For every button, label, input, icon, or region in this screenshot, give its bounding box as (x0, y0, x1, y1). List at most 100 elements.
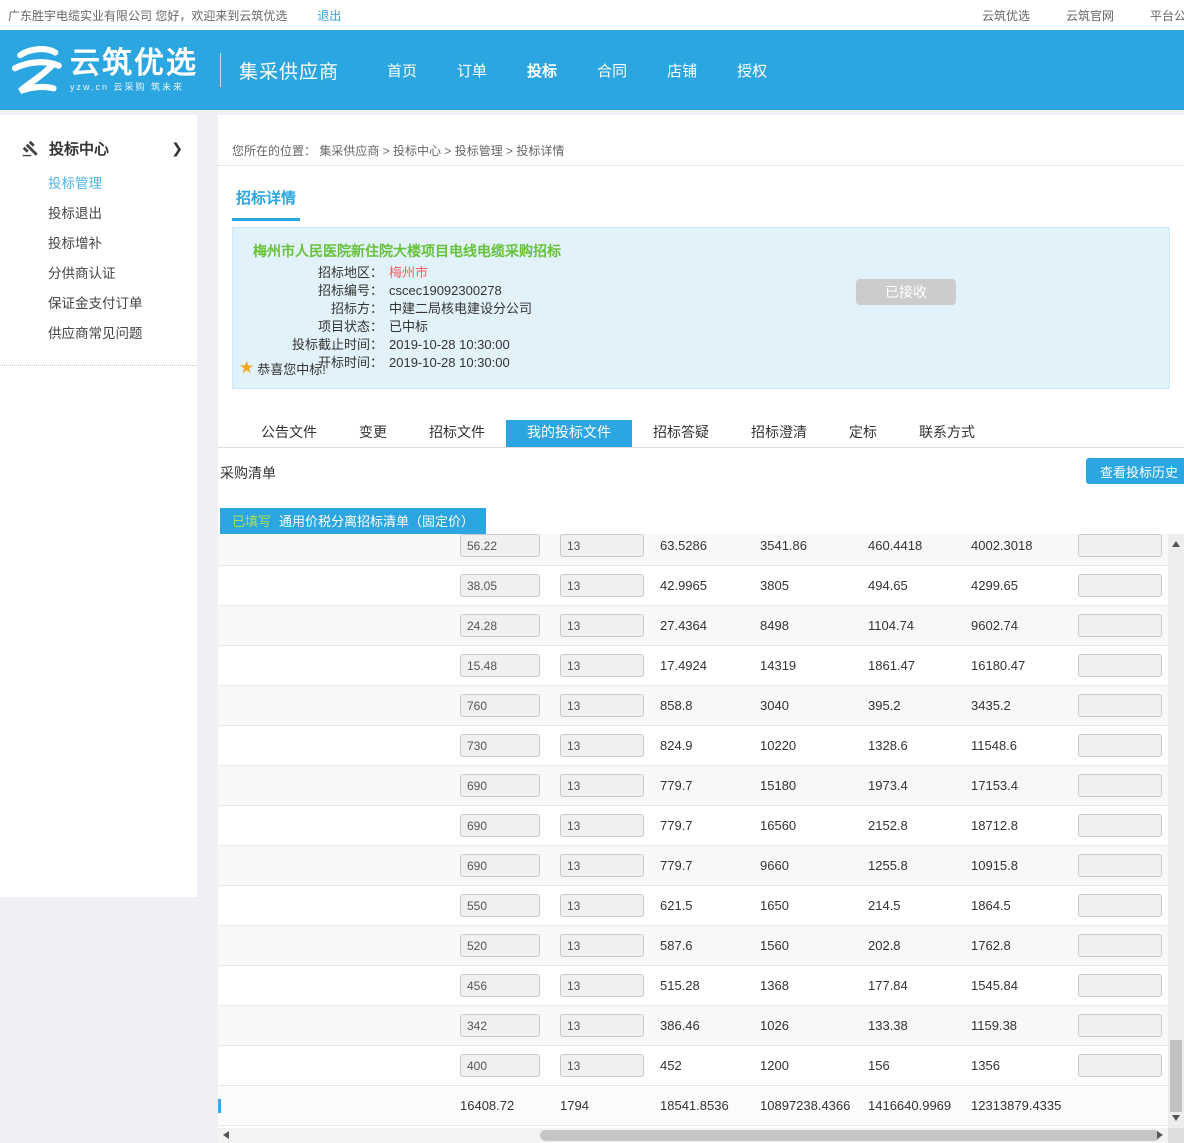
total-cell: 17153.4 (971, 778, 1078, 793)
unit-price-input[interactable] (460, 774, 540, 797)
extra-input[interactable] (1078, 654, 1162, 677)
tab-bid-clarification[interactable]: 招标澄清 (730, 420, 828, 447)
project-title[interactable]: 梅州市人民医院新住院大楼项目电线电缆采购招标 (253, 241, 561, 261)
unit-price-input[interactable] (460, 534, 540, 557)
extra-input[interactable] (1078, 574, 1162, 597)
sidebar-item-deposit-orders[interactable]: 保证金支付订单 (0, 289, 197, 319)
tab-contact[interactable]: 联系方式 (898, 420, 996, 447)
unit-price-input[interactable] (460, 814, 540, 837)
extra-cell (1078, 854, 1168, 877)
tab-my-bid-files[interactable]: 我的投标文件 (506, 420, 632, 447)
tab-changes[interactable]: 变更 (338, 420, 408, 447)
extra-input[interactable] (1078, 814, 1162, 837)
extra-input[interactable] (1078, 974, 1162, 997)
nav-authorization[interactable]: 授权 (737, 60, 767, 81)
scroll-right-arrow-icon[interactable] (1157, 1131, 1163, 1139)
tab-bid-detail[interactable]: 招标详情 (232, 187, 300, 221)
sidebar-item-bid-supplement[interactable]: 投标增补 (0, 229, 197, 259)
extra-input[interactable] (1078, 734, 1162, 757)
tax-rate-input[interactable] (560, 614, 644, 637)
tax-rate-input[interactable] (560, 654, 644, 677)
tax-rate-input[interactable] (560, 534, 644, 557)
unit-price-input[interactable] (460, 854, 540, 877)
logout-link[interactable]: 退出 (317, 7, 341, 24)
tab-announcement-files[interactable]: 公告文件 (240, 420, 338, 447)
tax-rate-input[interactable] (560, 854, 644, 877)
unit-price-input[interactable] (460, 574, 540, 597)
nav-orders[interactable]: 订单 (457, 60, 487, 81)
tax-rate-input[interactable] (560, 934, 644, 957)
unit-price-input[interactable] (460, 694, 540, 717)
extra-input[interactable] (1078, 774, 1162, 797)
tax-rate-input[interactable] (560, 894, 644, 917)
nav-contracts[interactable]: 合同 (597, 60, 627, 81)
tab-award[interactable]: 定标 (828, 420, 898, 447)
rate-cell (560, 694, 660, 717)
unit-price-input[interactable] (460, 1054, 540, 1077)
total-tax: 1416640.9969 (868, 1098, 971, 1113)
nav-home[interactable]: 首页 (387, 60, 417, 81)
unit-price-input[interactable] (460, 934, 540, 957)
horizontal-scrollbar[interactable] (218, 1128, 1168, 1143)
yzw-logo[interactable]: 云筑优选 yzw.cn 云采购 筑未来 (8, 42, 198, 98)
extra-input[interactable] (1078, 854, 1162, 877)
nav-shop[interactable]: 店铺 (667, 60, 697, 81)
accepted-button[interactable]: 已接收 (856, 279, 956, 305)
chevron-right-icon[interactable]: ❯ (171, 140, 183, 157)
sidebar-item-faq[interactable]: 供应商常见问题 (0, 319, 197, 349)
sidebar-item-supplier-cert[interactable]: 分供商认证 (0, 259, 197, 289)
extra-input[interactable] (1078, 534, 1162, 557)
extra-input[interactable] (1078, 934, 1162, 957)
tax-rate-input[interactable] (560, 574, 644, 597)
tab-bid-files[interactable]: 招标文件 (408, 420, 506, 447)
tax-rate-input[interactable] (560, 774, 644, 797)
sidebar-title-row[interactable]: 投标中心 ❯ (0, 135, 197, 161)
topbar-link-yzw[interactable]: 云筑优选 (982, 7, 1030, 24)
tax-cell: 395.2 (868, 698, 971, 713)
extra-input[interactable] (1078, 1054, 1162, 1077)
tax-rate-input[interactable] (560, 1054, 644, 1077)
extra-input[interactable] (1078, 894, 1162, 917)
extra-cell (1078, 614, 1168, 637)
tab-bid-qa[interactable]: 招标答疑 (632, 420, 730, 447)
scroll-down-arrow-icon[interactable] (1172, 1115, 1180, 1121)
unit-price-input[interactable] (460, 614, 540, 637)
price-cell (460, 1014, 560, 1037)
unit-price-input[interactable] (460, 734, 540, 757)
nav-bidding[interactable]: 投标 (527, 60, 557, 81)
tax-rate-input[interactable] (560, 814, 644, 837)
unit-price-input[interactable] (460, 654, 540, 677)
vertical-scrollbar[interactable] (1168, 534, 1184, 1128)
scroll-left-arrow-icon[interactable] (223, 1131, 229, 1139)
list-tag[interactable]: 已填写通用价税分离招标清单（固定价） (220, 508, 486, 535)
extra-input[interactable] (1078, 1014, 1162, 1037)
extra-input[interactable] (1078, 614, 1162, 637)
unit-price-input[interactable] (460, 894, 540, 917)
sidebar-item-bid-management[interactable]: 投标管理 (0, 169, 197, 199)
unit-price-input[interactable] (460, 974, 540, 997)
tax-rate-input[interactable] (560, 974, 644, 997)
tax-rate-input[interactable] (560, 1014, 644, 1037)
rate-cell (560, 854, 660, 877)
price-cell (460, 974, 560, 997)
tax-rate-input[interactable] (560, 694, 644, 717)
tax-cell: 1861.47 (868, 658, 971, 673)
status-value: 已中标 (389, 318, 428, 336)
horizontal-scrollbar-thumb[interactable] (540, 1130, 1160, 1141)
unit-price-input[interactable] (460, 1014, 540, 1037)
scroll-up-arrow-icon[interactable] (1172, 541, 1180, 547)
extra-input[interactable] (1078, 694, 1162, 717)
table-row: 42.9965 3805 494.65 4299.65 (218, 566, 1168, 606)
tax-rate-input[interactable] (560, 734, 644, 757)
taxed-price-cell: 27.4364 (660, 618, 760, 633)
view-bid-history-button[interactable]: 查看投标历史 (1086, 458, 1184, 484)
taxed-price-cell: 824.9 (660, 738, 760, 753)
vertical-scrollbar-thumb[interactable] (1170, 1040, 1182, 1112)
breadcrumb-path[interactable]: 集采供应商 > 投标中心 > 投标管理 > 投标详情 (319, 144, 564, 158)
topbar-link-announcement[interactable]: 平台公告 (1150, 7, 1184, 24)
sidebar-item-bid-exit[interactable]: 投标退出 (0, 199, 197, 229)
rate-cell (560, 814, 660, 837)
total-price: 16408.72 (460, 1098, 560, 1113)
price-cell (460, 854, 560, 877)
topbar-link-official[interactable]: 云筑官网 (1066, 7, 1114, 24)
